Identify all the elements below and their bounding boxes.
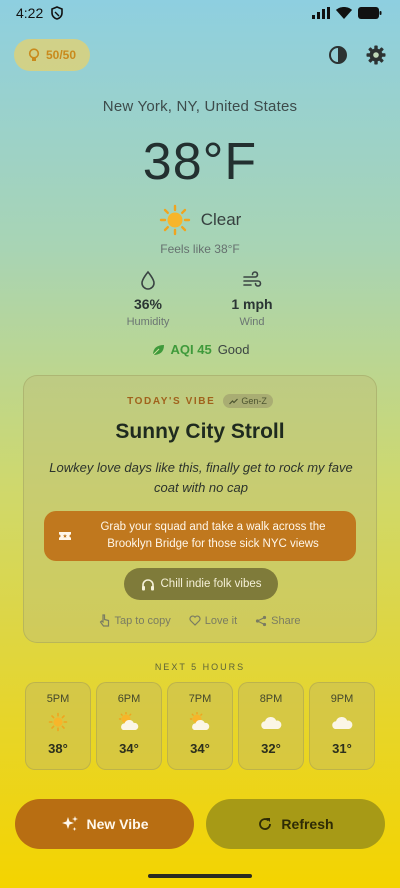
streak-count: 50/50 — [46, 48, 77, 62]
aqi-value: AQI 45 — [170, 342, 212, 357]
wifi-icon — [336, 7, 352, 19]
hour-temp: 34° — [190, 741, 210, 756]
battery-icon — [358, 7, 382, 19]
hour-temp: 38° — [48, 741, 68, 756]
copy-action[interactable]: Tap to copy — [99, 614, 171, 627]
vibe-title: Sunny City Stroll — [115, 420, 285, 443]
trending-icon — [229, 398, 239, 404]
droplet-icon — [141, 270, 155, 290]
refresh-icon — [259, 818, 272, 830]
condition-row: Clear — [0, 204, 400, 236]
hour-temp: 32° — [261, 741, 281, 756]
refresh-label: Refresh — [281, 816, 334, 832]
weather-stats: 36% Humidity 1 mph Wind — [0, 270, 400, 328]
hour-temp: 31° — [332, 741, 352, 756]
streak-badge[interactable]: 50/50 — [14, 39, 91, 71]
share-icon — [256, 615, 267, 626]
humidity-stat: 36% Humidity — [118, 270, 178, 328]
hour-time: 5PM — [46, 693, 70, 705]
partly-cloudy-icon — [188, 711, 212, 733]
partly-cloudy-icon — [117, 711, 141, 733]
current-temperature: 38°F — [142, 133, 258, 191]
share-label: Share — [271, 614, 301, 627]
cloud-icon — [330, 711, 354, 733]
top-bar: 50/50 — [14, 38, 386, 72]
hour-time: 6PM — [117, 693, 141, 705]
home-indicator[interactable] — [148, 874, 252, 878]
sparkle-icon — [61, 816, 78, 831]
ticket-icon — [59, 532, 71, 540]
gear-icon[interactable] — [366, 45, 386, 65]
music-text: Chill indie folk vibes — [160, 578, 262, 590]
vibe-kicker: TODAY'S VIBE — [127, 395, 216, 407]
hour-temp: 34° — [119, 741, 139, 756]
headphones-icon — [141, 578, 154, 590]
new-vibe-button[interactable]: New Vibe — [15, 799, 194, 849]
activity-suggestion[interactable]: Grab your squad and take a walk across t… — [44, 511, 356, 561]
feels-like: Feels like 38°F — [160, 242, 240, 256]
vibe-header: TODAY'S VIBE Gen-Z — [24, 394, 376, 408]
theme-contrast-icon[interactable] — [328, 45, 348, 65]
copy-label: Tap to copy — [114, 614, 171, 627]
hourly-forecast: 5PM 38° 6PM 34° 7PM 34° 8PM 32° 9PM 31° — [25, 682, 375, 770]
hourly-forecast-title: NEXT 5 HOURS — [154, 662, 246, 672]
status-time: 4:22 — [16, 5, 44, 21]
heart-icon — [189, 615, 201, 626]
music-suggestion[interactable]: Chill indie folk vibes — [124, 568, 278, 600]
love-label: Love it — [204, 614, 238, 627]
wind-value: 1 mph — [231, 296, 273, 312]
hour-card: 5PM 38° — [25, 682, 91, 770]
leaf-icon — [152, 344, 164, 355]
sun-icon — [48, 711, 68, 733]
humidity-label: Humidity — [126, 316, 170, 328]
wind-icon — [243, 271, 262, 287]
hour-time: 9PM — [330, 693, 354, 705]
signal-icon — [312, 7, 330, 19]
aqi-status: Good — [217, 342, 250, 357]
bottom-actions: New Vibe Refresh — [15, 799, 385, 849]
hour-time: 8PM — [259, 693, 283, 705]
hour-time: 7PM — [188, 693, 212, 705]
love-action[interactable]: Love it — [189, 614, 237, 627]
vibe-actions: Tap to copy Love it Share — [24, 614, 376, 627]
hour-card: 9PM 31° — [309, 682, 375, 770]
cloud-icon — [259, 711, 283, 733]
status-bar: 4:22 — [0, 0, 400, 26]
vibe-description: Lowkey love days like this, finally get … — [49, 460, 353, 495]
sun-icon — [159, 204, 190, 236]
new-vibe-label: New Vibe — [86, 816, 149, 832]
hour-card: 7PM 34° — [167, 682, 233, 770]
humidity-value: 36% — [133, 296, 163, 312]
lightbulb-icon — [28, 48, 40, 61]
tap-icon — [100, 614, 110, 627]
refresh-button[interactable]: Refresh — [206, 799, 385, 849]
location-label: New York, NY, United States — [102, 98, 298, 115]
hour-card: 6PM 34° — [96, 682, 162, 770]
activity-text: Grab your squad and take a walk across t… — [100, 521, 326, 550]
wind-label: Wind — [239, 316, 265, 328]
shield-icon — [51, 6, 64, 20]
condition-text: Clear — [200, 210, 242, 229]
vibe-style-badge: Gen-Z — [223, 394, 273, 408]
vibe-card[interactable]: TODAY'S VIBE Gen-Z Sunny City Stroll Low… — [23, 375, 377, 643]
share-action[interactable]: Share — [255, 614, 301, 627]
aqi-row: AQI 45 Good — [0, 342, 400, 357]
wind-stat: 1 mph Wind — [222, 270, 282, 328]
vibe-badge-label: Gen-Z — [241, 396, 267, 406]
hour-card: 8PM 32° — [238, 682, 304, 770]
